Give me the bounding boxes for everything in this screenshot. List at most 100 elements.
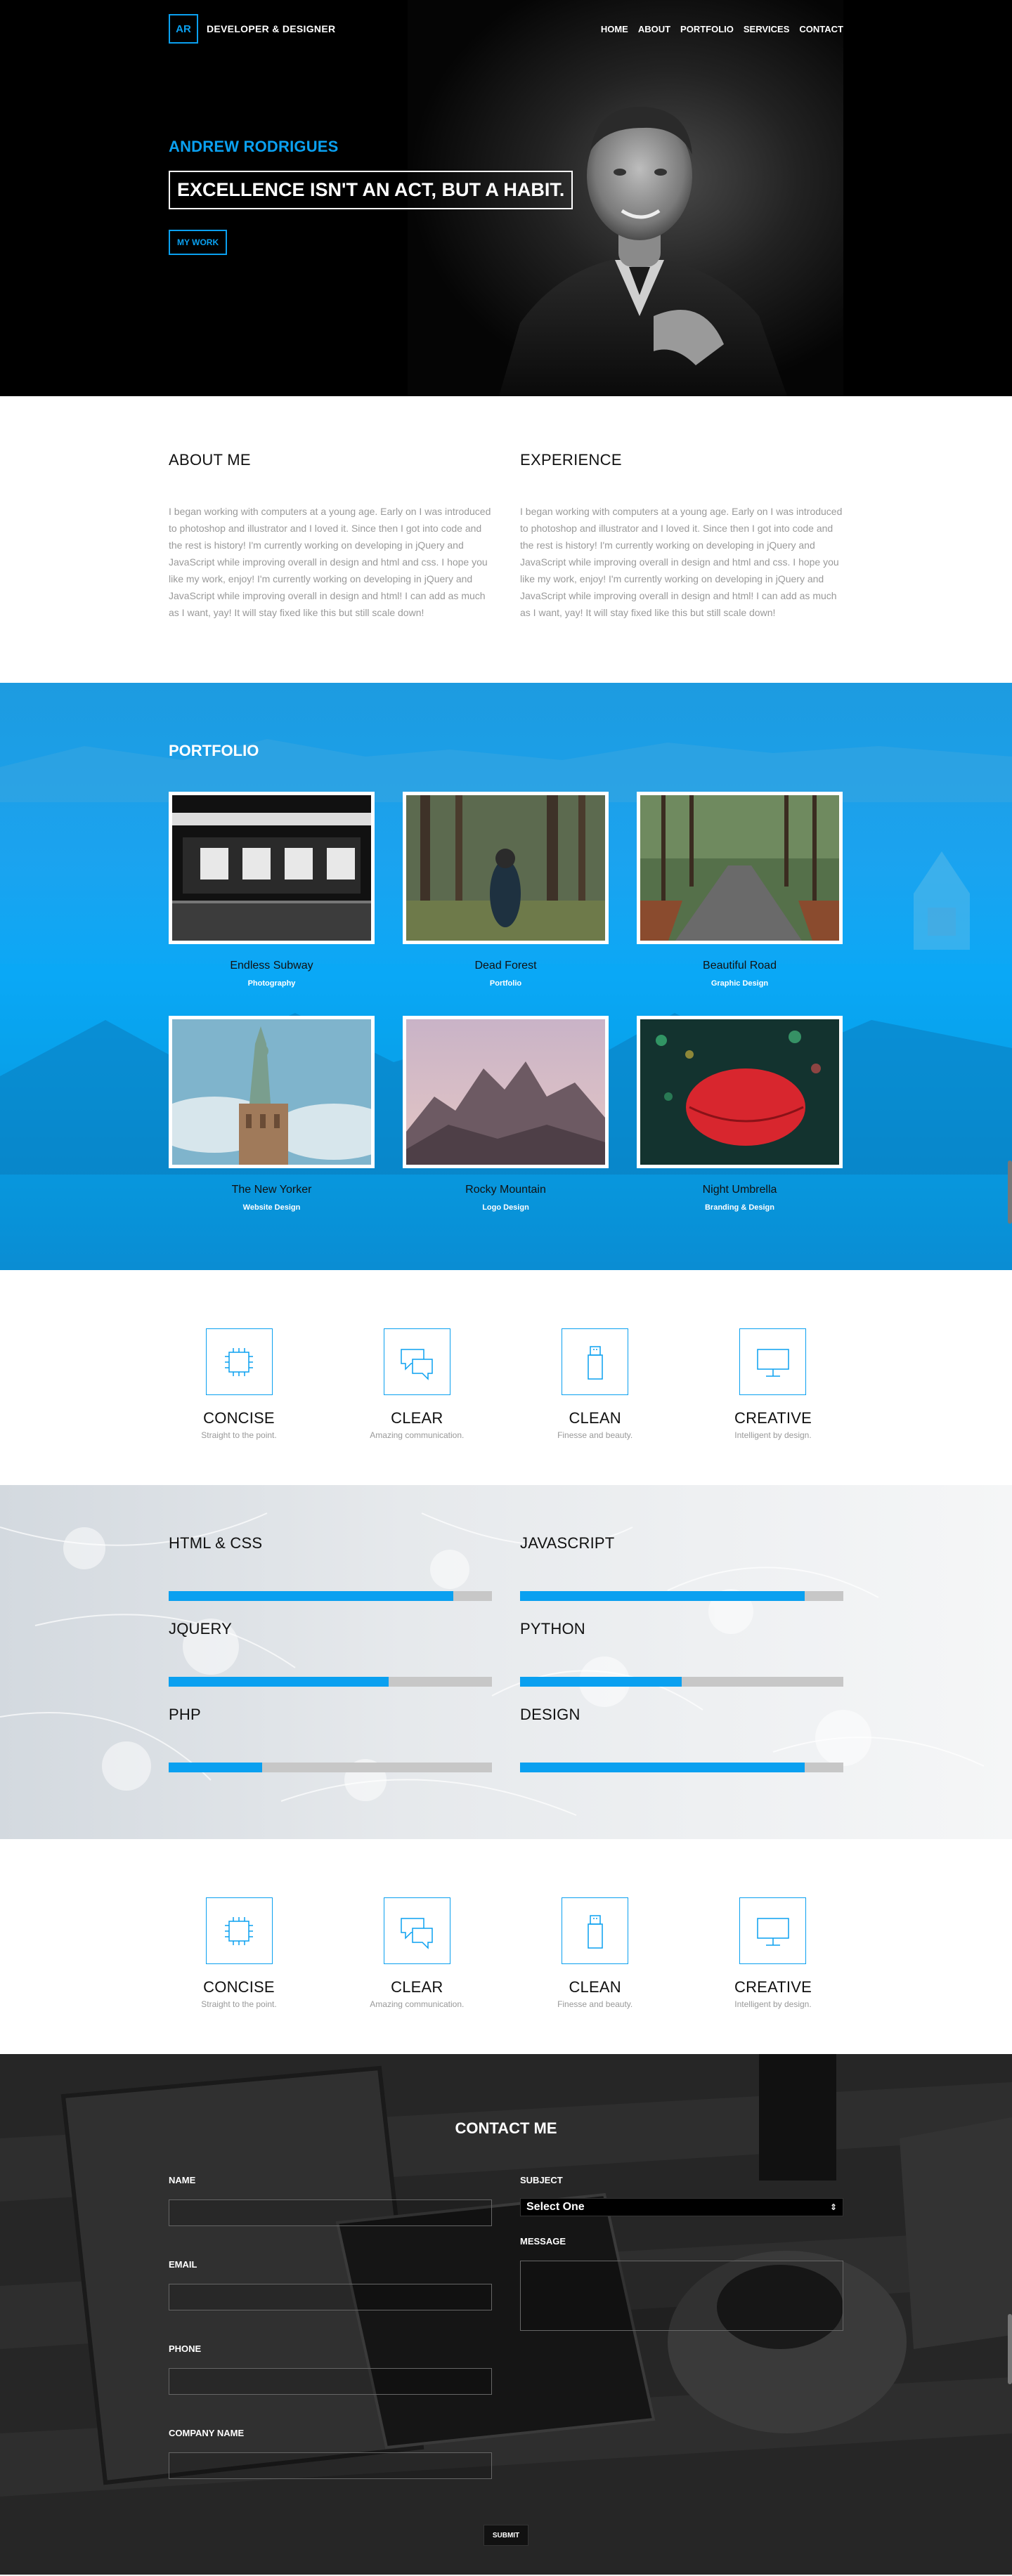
skill-html-css: HTML & CSS — [169, 1534, 492, 1620]
portfolio-item-night-umbrella[interactable]: Night Umbrella Branding & Design — [637, 1016, 843, 1212]
experience-text: I began working with computers at a youn… — [520, 506, 843, 618]
skill-javascript: JAVASCRIPT — [520, 1534, 843, 1620]
feature-clear: CLEAR Amazing communication. — [346, 1328, 487, 1440]
portfolio-item-category: Photography — [247, 979, 296, 988]
feature-title: CLEAN — [569, 1409, 621, 1427]
skill-bar-fill — [520, 1591, 805, 1601]
skill-design: DESIGN — [520, 1706, 843, 1791]
portfolio-title: PORTFOLIO — [169, 742, 259, 759]
feature-subtitle: Intelligent by design. — [734, 1430, 812, 1440]
feature-title: CLEAN — [569, 1978, 621, 1996]
scrollbar-thumb[interactable] — [1008, 1160, 1012, 1224]
skill-bar — [169, 1591, 492, 1601]
subject-select[interactable]: Select One ⇕ — [520, 2198, 843, 2216]
hero-tagline: EXCELLENCE ISN'T AN ACT, BUT A HABIT. — [169, 171, 573, 209]
portfolio-item-dead-forest[interactable]: Dead Forest Portfolio — [403, 792, 609, 988]
portfolio-thumbnail[interactable] — [169, 1016, 375, 1168]
logo[interactable]: AR — [169, 14, 198, 44]
features-section-repeat: CONCISE Straight to the point. CLEAR Ama… — [0, 1839, 1012, 2054]
skills-grid: HTML & CSS JAVASCRIPT JQUERY PYTHON PHP … — [169, 1534, 843, 1791]
portfolio-item-new-yorker[interactable]: The New Yorker Website Design — [169, 1016, 375, 1212]
portfolio-item-title: Beautiful Road — [703, 960, 777, 972]
feature-creative: CREATIVE Intelligent by design. — [703, 1328, 843, 1440]
hero-name: ANDREW RODRIGUES — [169, 138, 339, 155]
chat-bubbles-icon — [383, 1897, 450, 1964]
phone-label: PHONE — [169, 2343, 202, 2354]
skill-name: HTML & CSS — [169, 1534, 263, 1552]
feature-concise: CONCISE Straight to the point. — [169, 1897, 309, 2009]
experience-title: EXPERIENCE — [520, 451, 622, 469]
portfolio-item-beautiful-road[interactable]: Beautiful Road Graphic Design — [637, 792, 843, 988]
name-field[interactable] — [169, 2199, 492, 2226]
feature-subtitle: Amazing communication. — [370, 1999, 465, 2009]
portfolio-item-rocky-mountain[interactable]: Rocky Mountain Logo Design — [403, 1016, 609, 1212]
portfolio-item-title: Night Umbrella — [702, 1184, 777, 1196]
nav-portfolio[interactable]: PORTFOLIO — [680, 24, 734, 34]
skill-name: JQUERY — [169, 1620, 233, 1637]
skill-bar — [520, 1677, 843, 1687]
chip-icon — [205, 1897, 273, 1964]
feature-subtitle: Amazing communication. — [370, 1430, 465, 1440]
portfolio-section: PORTFOLIO Endless Subway Photography Dea… — [0, 683, 1012, 1270]
hero-section: AR DEVELOPER & DESIGNER HOME ABOUT PORTF… — [0, 0, 1012, 396]
portfolio-thumbnail[interactable] — [403, 792, 609, 944]
scrollbar-thumb[interactable] — [1008, 2314, 1012, 2384]
chip-icon — [205, 1328, 273, 1395]
feature-title: CREATIVE — [734, 1978, 812, 1996]
chat-bubbles-icon — [383, 1328, 450, 1395]
feature-subtitle: Straight to the point. — [201, 1430, 277, 1440]
portfolio-thumbnail[interactable] — [637, 1016, 843, 1168]
email-field[interactable] — [169, 2284, 492, 2310]
company-label: COMPANY NAME — [169, 2428, 245, 2438]
portfolio-item-category: Graphic Design — [711, 979, 769, 988]
portfolio-item-endless-subway[interactable]: Endless Subway Photography — [169, 792, 375, 988]
feature-creative: CREATIVE Intelligent by design. — [703, 1897, 843, 2009]
message-label: MESSAGE — [520, 2236, 566, 2247]
about-text: I began working with computers at a youn… — [169, 506, 491, 618]
features-section: CONCISE Straight to the point. CLEAR Ama… — [0, 1270, 1012, 1485]
feature-title: CLEAR — [391, 1978, 443, 1996]
message-field[interactable] — [520, 2261, 843, 2331]
monitor-icon — [739, 1897, 807, 1964]
company-field[interactable] — [169, 2452, 492, 2479]
portfolio-thumbnail[interactable] — [169, 792, 375, 944]
skill-bar-fill — [520, 1677, 682, 1687]
usb-drive-icon — [562, 1328, 629, 1395]
feature-title: CREATIVE — [734, 1409, 812, 1427]
subject-value: Select One — [526, 2201, 585, 2213]
top-nav: AR DEVELOPER & DESIGNER HOME ABOUT PORTF… — [169, 13, 843, 45]
select-arrows-icon: ⇕ — [829, 2202, 837, 2212]
feature-clean: CLEAN Finesse and beauty. — [525, 1897, 666, 2009]
feature-subtitle: Finesse and beauty. — [557, 1999, 633, 2009]
feature-clean: CLEAN Finesse and beauty. — [525, 1328, 666, 1440]
about-section: ABOUT ME I began working with computers … — [0, 396, 1012, 683]
about-title: ABOUT ME — [169, 451, 251, 469]
skill-bar — [520, 1591, 843, 1601]
portfolio-item-category: Portfolio — [489, 979, 522, 988]
usb-drive-icon — [562, 1897, 629, 1964]
feature-title: CLEAR — [391, 1409, 443, 1427]
skills-section: HTML & CSS JAVASCRIPT JQUERY PYTHON PHP … — [0, 1485, 1012, 1839]
nav-about[interactable]: ABOUT — [638, 24, 670, 34]
contact-form-left: NAME EMAIL PHONE COMPANY NAME — [169, 2175, 492, 2512]
portfolio-item-title: Rocky Mountain — [465, 1184, 546, 1196]
skill-python: PYTHON — [520, 1620, 843, 1706]
skill-bar-fill — [169, 1677, 389, 1687]
nav-home[interactable]: HOME — [601, 24, 628, 34]
portfolio-item-title: Dead Forest — [474, 960, 537, 972]
monitor-icon — [739, 1328, 807, 1395]
phone-field[interactable] — [169, 2368, 492, 2395]
skill-name: PHP — [169, 1706, 201, 1723]
skill-bar-fill — [169, 1763, 263, 1772]
nav-services[interactable]: SERVICES — [744, 24, 790, 34]
portfolio-thumbnail[interactable] — [403, 1016, 609, 1168]
skill-bar-fill — [169, 1591, 453, 1601]
submit-button[interactable]: SUBMIT — [484, 2525, 528, 2546]
my-work-button[interactable]: MY WORK — [169, 230, 228, 255]
skill-bar-fill — [520, 1763, 805, 1772]
feature-subtitle: Intelligent by design. — [734, 1999, 812, 2009]
portfolio-thumbnail[interactable] — [637, 792, 843, 944]
skill-bar — [520, 1763, 843, 1772]
portfolio-item-title: Endless Subway — [230, 960, 313, 972]
nav-contact[interactable]: CONTACT — [799, 24, 843, 34]
